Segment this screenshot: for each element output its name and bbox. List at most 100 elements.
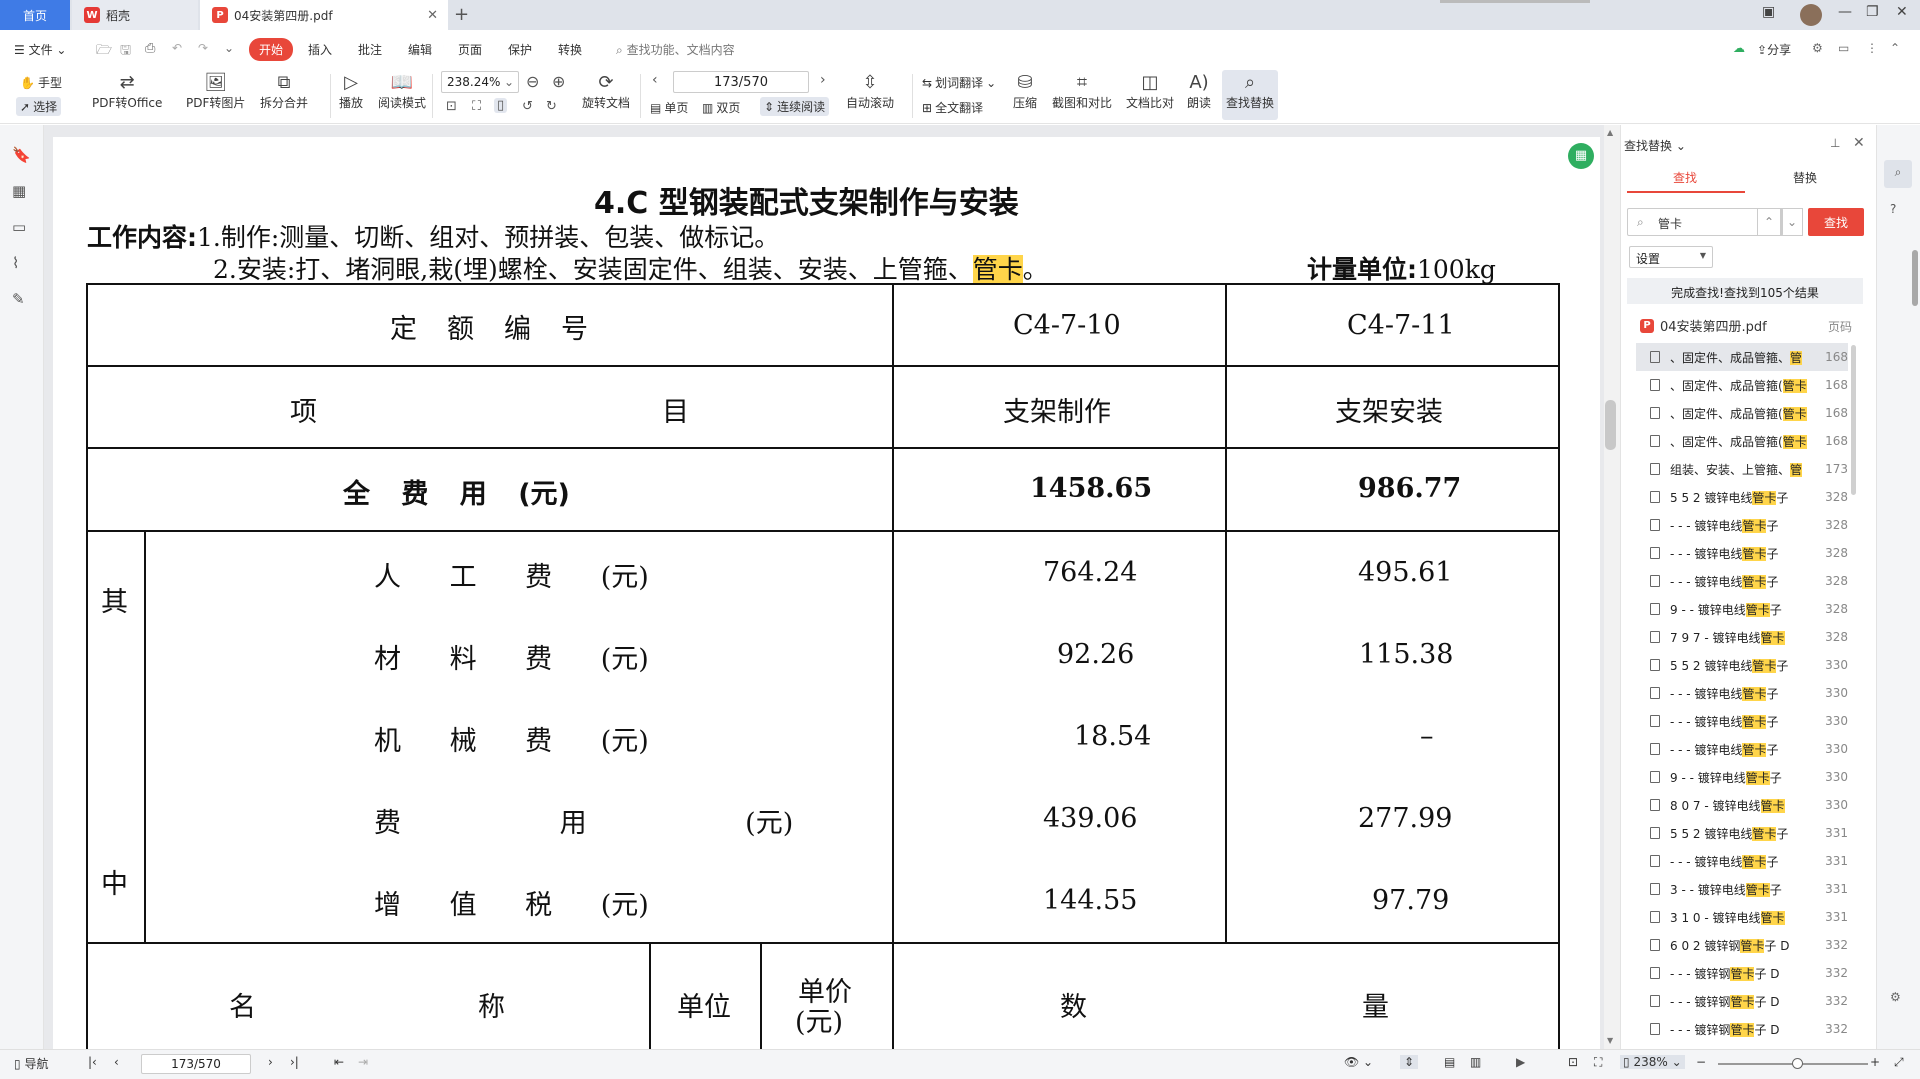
- tab-daoke[interactable]: W 稻壳: [72, 0, 198, 30]
- pdf-to-image-button[interactable]: 🖼 PDF转图片: [186, 70, 245, 111]
- tab-home[interactable]: 首页: [0, 0, 70, 30]
- cloud-sync-icon[interactable]: ☁: [1733, 41, 1745, 55]
- pdf-to-office-button[interactable]: ⇄ PDF转Office: [92, 70, 162, 111]
- rotate-doc-button[interactable]: ⟳ 旋转文档: [582, 70, 630, 111]
- search-result-item[interactable]: - - - 镀锌钢管卡子 D 332: [1636, 987, 1848, 1015]
- hand-tool-button[interactable]: ✋ 手型: [20, 74, 62, 91]
- close-window-icon[interactable]: ✕: [1896, 4, 1908, 20]
- screenshot-compare-button[interactable]: ⌗ 截图和对比: [1052, 70, 1112, 111]
- search-result-item[interactable]: - - - 镀锌电线管卡子 330: [1636, 735, 1848, 763]
- zoom-out-icon[interactable]: −: [1696, 1055, 1706, 1069]
- share-button[interactable]: ⇪分享: [1757, 41, 1791, 58]
- minimize-window-icon[interactable]: —: [1838, 4, 1852, 20]
- search-result-item[interactable]: 6 0 2 镀锌钢管卡子 D 332: [1636, 931, 1848, 959]
- navigation-button[interactable]: ▯ 导航: [14, 1055, 48, 1072]
- full-translate-button[interactable]: ⊞ 全文翻译: [922, 99, 983, 116]
- print-icon[interactable]: ⎙: [145, 41, 155, 56]
- find-panel-icon[interactable]: ⌕: [1884, 160, 1912, 188]
- search-result-item[interactable]: 9 - - 镀锌电线管卡子 330: [1636, 763, 1848, 791]
- play-button[interactable]: ▷ 播放: [338, 70, 364, 111]
- read-mode-button[interactable]: 📖 阅读模式: [378, 70, 426, 111]
- read-aloud-button[interactable]: A) 朗读: [1186, 70, 1212, 111]
- double-page-mode-icon[interactable]: ▥: [1470, 1055, 1481, 1069]
- search-result-item[interactable]: 3 1 0 - 镀锌电线管卡 331: [1636, 903, 1848, 931]
- result-file-row[interactable]: P 04安装第四册.pdf: [1640, 316, 1767, 335]
- search-result-item[interactable]: - - - 镀锌电线管卡子 328: [1636, 567, 1848, 595]
- menu-convert[interactable]: 转换: [558, 41, 582, 58]
- word-translate-button[interactable]: ⇆ 划词翻译 ⌄: [922, 74, 996, 91]
- search-result-item[interactable]: 、固定件、成品管箍、管 168: [1636, 343, 1848, 371]
- window-layout-icon[interactable]: ▣: [1762, 4, 1775, 20]
- redo-icon[interactable]: ↷: [198, 41, 208, 55]
- zoom-in-icon[interactable]: +: [1870, 1055, 1880, 1069]
- search-result-item[interactable]: - - - 镀锌电线管卡子 328: [1636, 539, 1848, 567]
- search-result-item[interactable]: 5 5 2 镀锌电线管卡子 330: [1636, 651, 1848, 679]
- more-options-icon[interactable]: ⋮: [1866, 41, 1878, 55]
- prev-page-icon[interactable]: ‹: [114, 1055, 119, 1069]
- continuous-read-button[interactable]: ⇕ 连续阅读: [760, 97, 830, 116]
- fullscreen-icon[interactable]: ⤢: [1894, 1055, 1904, 1070]
- settings-dropdown[interactable]: 设置 ▼: [1629, 246, 1713, 268]
- quick-access-more-icon[interactable]: ⌄: [224, 41, 234, 55]
- search-result-item[interactable]: 5 5 2 镀锌电线管卡子 328: [1636, 483, 1848, 511]
- next-result-icon[interactable]: ⌄: [1781, 208, 1803, 236]
- previous-result-icon[interactable]: ⌃: [1757, 208, 1781, 236]
- undo-icon[interactable]: ↶: [172, 41, 182, 55]
- search-result-item[interactable]: - - - 镀锌钢管卡子 D 332: [1636, 1015, 1848, 1043]
- fit-page-icon[interactable]: ⛶: [472, 99, 481, 114]
- file-menu[interactable]: ☰ 文件 ⌄: [14, 41, 66, 58]
- find-button[interactable]: 查找: [1808, 208, 1864, 236]
- menu-edit[interactable]: 编辑: [408, 41, 432, 58]
- actual-size-icon[interactable]: ⊡: [446, 99, 457, 114]
- document-scrollbar-thumb[interactable]: [1605, 400, 1616, 450]
- page-number-input[interactable]: 173/570: [673, 71, 809, 93]
- new-tab-button[interactable]: +: [454, 4, 469, 25]
- rotate-left-icon[interactable]: ↺: [522, 99, 533, 114]
- actual-size-icon[interactable]: ⊡: [1568, 1055, 1578, 1069]
- search-result-item[interactable]: 5 5 2 镀锌电线管卡子 331: [1636, 819, 1848, 847]
- tab-pdf-document[interactable]: P 04安装第四册.pdf ✕: [200, 0, 448, 30]
- search-result-item[interactable]: 7 9 7 - 镀锌电线管卡 328: [1636, 623, 1848, 651]
- pin-icon[interactable]: ⊥: [1830, 136, 1840, 150]
- zoom-out-icon[interactable]: ⊖: [526, 72, 539, 91]
- first-page-icon[interactable]: |‹: [88, 1055, 97, 1069]
- auto-scroll-button[interactable]: ⇳ 自动滚动: [846, 70, 894, 111]
- settings-gear-icon[interactable]: ⚙: [1890, 990, 1901, 1004]
- panel-title[interactable]: 查找替换 ⌄: [1624, 137, 1686, 154]
- next-page-icon[interactable]: ›: [820, 72, 826, 88]
- attachment-icon[interactable]: ⌇: [12, 254, 19, 272]
- prev-page-icon[interactable]: ‹: [652, 72, 658, 88]
- next-page-icon[interactable]: ›: [268, 1055, 273, 1069]
- menu-page[interactable]: 页面: [458, 41, 482, 58]
- zoom-slider-handle[interactable]: [1792, 1058, 1803, 1069]
- tab-find[interactable]: 查找: [1673, 169, 1697, 186]
- search-result-item[interactable]: 、固定件、成品管箍(管卡 168: [1636, 399, 1848, 427]
- search-result-item[interactable]: - - - 镀锌电线管卡子 330: [1636, 707, 1848, 735]
- menu-annotate[interactable]: 批注: [358, 41, 382, 58]
- forward-icon[interactable]: ⇥: [358, 1055, 368, 1069]
- menu-protect[interactable]: 保护: [508, 41, 532, 58]
- compress-button[interactable]: ⛁ 压缩: [1012, 70, 1038, 111]
- double-page-button[interactable]: ▥ 双页: [702, 99, 740, 116]
- find-replace-button[interactable]: ⌕ 查找替换: [1222, 70, 1278, 120]
- tab-replace[interactable]: 替换: [1793, 169, 1817, 186]
- document-scrollbar[interactable]: [1604, 125, 1620, 1049]
- open-icon[interactable]: 🗁: [96, 41, 112, 63]
- avatar[interactable]: [1800, 4, 1822, 26]
- bookmark-icon[interactable]: 🔖: [12, 146, 31, 164]
- fit-width-icon[interactable]: ▯: [494, 98, 508, 113]
- zoom-in-icon[interactable]: ⊕: [552, 72, 565, 91]
- help-icon[interactable]: ?: [1890, 202, 1896, 216]
- menu-insert[interactable]: 插入: [308, 41, 332, 58]
- search-result-item[interactable]: - - - 镀锌电线管卡子 331: [1636, 847, 1848, 875]
- comment-icon[interactable]: ▭: [12, 218, 26, 236]
- menu-start[interactable]: 开始: [249, 38, 294, 61]
- single-page-mode-icon[interactable]: ▤: [1444, 1055, 1455, 1069]
- close-tab-icon[interactable]: ✕: [427, 8, 438, 23]
- last-page-icon[interactable]: ›|: [290, 1055, 299, 1069]
- fit-page-icon[interactable]: ⛶: [1594, 1055, 1602, 1070]
- collapse-ribbon-icon[interactable]: ⌃: [1890, 41, 1900, 55]
- search-result-item[interactable]: - - - 镀锌钢管卡子 D 332: [1636, 959, 1848, 987]
- doc-compare-button[interactable]: ◫ 文档比对: [1126, 70, 1174, 111]
- message-icon[interactable]: ▭: [1838, 41, 1849, 55]
